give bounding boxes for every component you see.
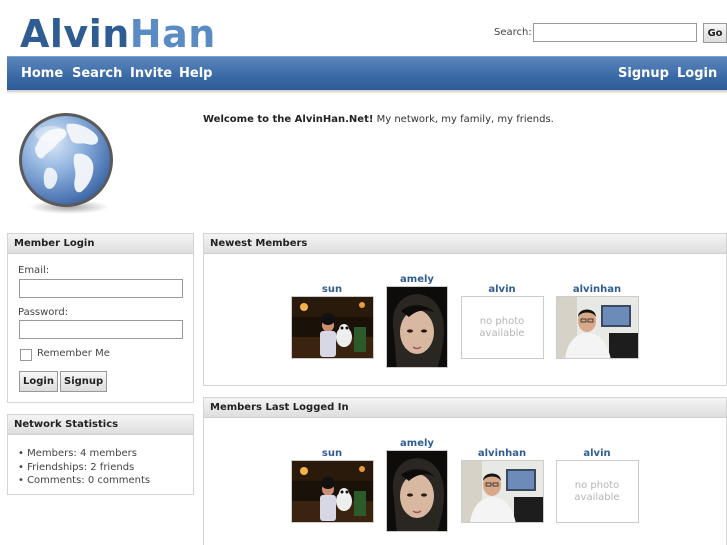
no-photo-placeholder[interactable]: no photo available (460, 296, 544, 359)
stat-friendships: • Friendships: 2 friends (18, 461, 135, 473)
nav-invite[interactable]: Invite (130, 66, 172, 81)
statistics-list: • Members: 4 members • Friendships: 2 fr… (18, 447, 150, 488)
welcome-bold: Welcome to the AlvinHan.Net! (203, 114, 374, 125)
member-card[interactable]: amely (375, 438, 459, 532)
go-button[interactable]: Go (703, 23, 727, 43)
member-card[interactable]: alvin no photo available (555, 448, 639, 523)
password-label: Password: (18, 307, 69, 318)
nav-signup[interactable]: Signup (618, 66, 669, 81)
member-name[interactable]: sun (290, 448, 374, 460)
newest-members-title: Newest Members (204, 234, 726, 254)
member-login-panel: Member Login Email: Password: Remember M… (7, 233, 194, 403)
site-logo[interactable]: AlvinHan (20, 12, 216, 56)
member-photo-sun[interactable] (290, 296, 374, 359)
no-photo-placeholder[interactable]: no photo available (555, 460, 639, 523)
stat-comments: • Comments: 0 comments (18, 475, 151, 486)
nav-home[interactable]: Home (21, 66, 63, 81)
member-name[interactable]: alvinhan (555, 284, 639, 296)
member-name[interactable]: alvin (460, 284, 544, 296)
network-statistics-panel: Network Statistics • Members: 4 members … (7, 414, 194, 495)
member-name[interactable]: sun (290, 284, 374, 296)
stat-members: • Members: 4 members (18, 448, 137, 459)
navbar-shadow (7, 90, 727, 94)
member-photo-amely[interactable] (386, 450, 448, 532)
member-card[interactable]: amely (375, 274, 459, 368)
nav-login[interactable]: Login (677, 66, 717, 81)
member-name[interactable]: amely (375, 438, 459, 450)
email-label: Email: (18, 265, 50, 276)
search-label: Search: (494, 27, 532, 38)
members-last-logged-in-title: Members Last Logged In (204, 398, 726, 418)
remember-me-checkbox[interactable] (20, 349, 32, 361)
logo-text-han: Han (129, 12, 216, 56)
welcome-message: Welcome to the AlvinHan.Net! My network,… (203, 114, 554, 125)
member-name[interactable]: alvinhan (460, 448, 544, 460)
logo-text-alvin: Alvin (20, 12, 130, 56)
login-button[interactable]: Login (19, 371, 58, 392)
nav-search[interactable]: Search (72, 66, 122, 81)
member-name[interactable]: alvin (555, 448, 639, 460)
remember-me-label: Remember Me (37, 348, 110, 359)
no-photo-text: no photo available (574, 479, 620, 503)
member-name[interactable]: amely (375, 274, 459, 286)
signup-button[interactable]: Signup (60, 371, 108, 392)
newest-members-panel: Newest Members sun amely alvin no photo … (203, 233, 727, 386)
member-photo-alvinhan[interactable] (555, 296, 639, 359)
member-photo-amely[interactable] (386, 286, 448, 368)
search-input[interactable] (533, 23, 697, 42)
welcome-text: My network, my family, my friends. (373, 114, 554, 125)
nav-help[interactable]: Help (179, 66, 212, 81)
member-card[interactable]: sun (290, 448, 374, 523)
password-field[interactable] (19, 320, 183, 339)
member-card[interactable]: alvin no photo available (460, 284, 544, 359)
member-login-title: Member Login (8, 234, 193, 254)
members-last-logged-in-panel: Members Last Logged In sun amely alvinha… (203, 397, 727, 545)
main-navbar: Home Search Invite Help Signup Login (7, 56, 727, 90)
member-card[interactable]: alvinhan (555, 284, 639, 359)
member-card[interactable]: sun (290, 284, 374, 359)
email-field[interactable] (19, 279, 183, 298)
member-photo-alvinhan[interactable] (460, 460, 544, 523)
globe-icon (17, 110, 117, 216)
network-statistics-title: Network Statistics (8, 415, 193, 435)
no-photo-text: no photo available (479, 315, 525, 339)
member-photo-sun[interactable] (290, 460, 374, 523)
member-card[interactable]: alvinhan (460, 448, 544, 523)
